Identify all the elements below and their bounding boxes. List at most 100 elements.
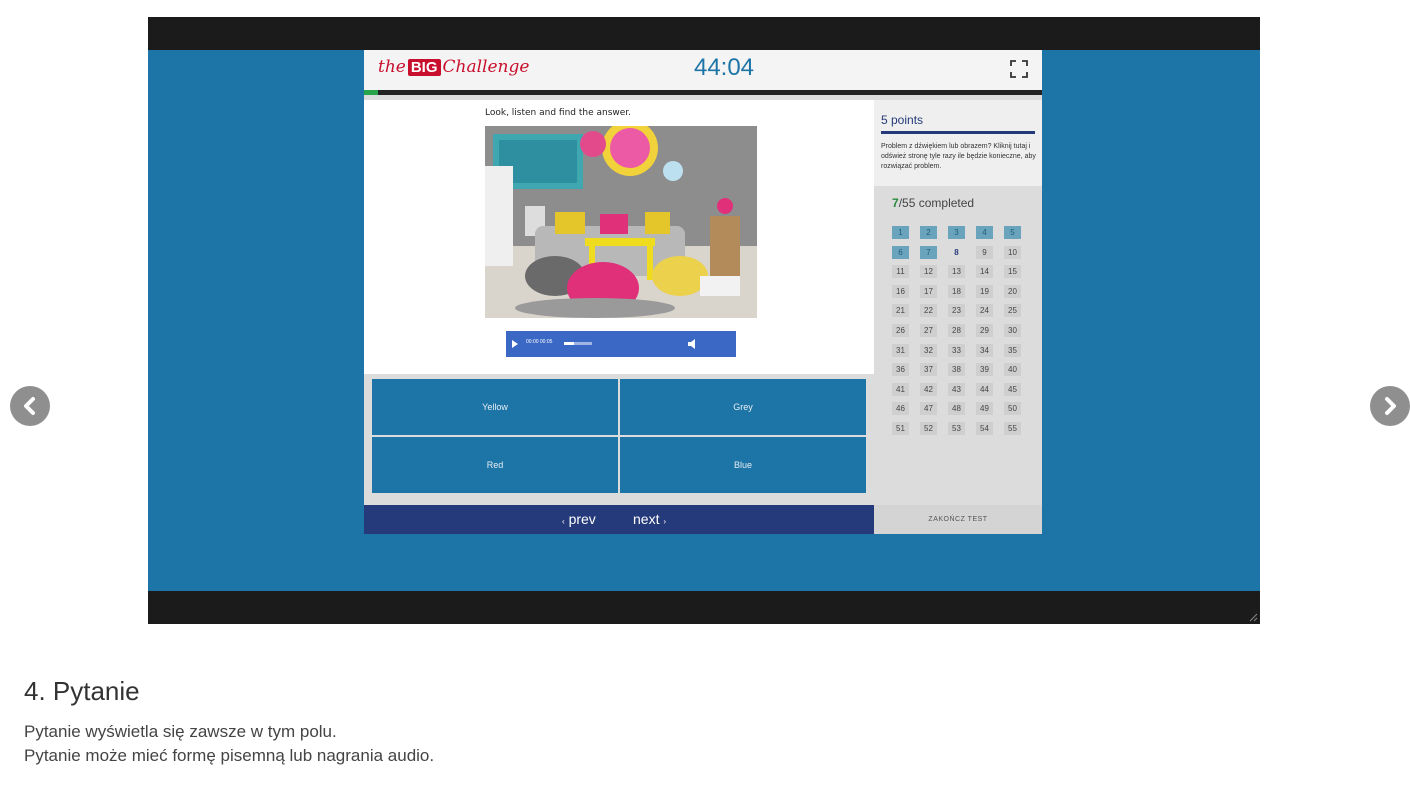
question-number-35[interactable]: 35 bbox=[1004, 343, 1021, 357]
question-number-17[interactable]: 17 bbox=[920, 284, 937, 298]
question-number-28[interactable]: 28 bbox=[948, 324, 965, 337]
question-number-12[interactable]: 12 bbox=[920, 265, 937, 279]
question-image bbox=[485, 126, 757, 318]
audio-seek-track[interactable] bbox=[564, 342, 592, 345]
play-icon[interactable] bbox=[512, 340, 518, 348]
question-number-55[interactable]: 55 bbox=[1004, 422, 1021, 435]
question-number-48[interactable]: 48 bbox=[948, 402, 965, 416]
question-number-15[interactable]: 15 bbox=[1004, 265, 1021, 279]
question-number-45[interactable]: 45 bbox=[1004, 382, 1021, 396]
chevron-right-icon bbox=[1385, 397, 1396, 415]
completed-count: 7 bbox=[892, 196, 899, 210]
question-number-52[interactable]: 52 bbox=[920, 422, 937, 435]
question-number-47[interactable]: 47 bbox=[920, 402, 937, 416]
question-number-43[interactable]: 43 bbox=[948, 382, 965, 396]
question-number-27[interactable]: 27 bbox=[920, 324, 937, 337]
chevron-left-icon bbox=[24, 397, 35, 415]
question-points: 5 points bbox=[881, 113, 924, 127]
answer-label: Grey bbox=[733, 402, 753, 412]
logo-prefix: the bbox=[378, 57, 406, 77]
slide-stage: the BIG Challenge 44:04 Look, listen and f… bbox=[148, 50, 1260, 591]
next-slide-button[interactable] bbox=[1370, 386, 1410, 426]
answer-label: Yellow bbox=[482, 402, 508, 412]
question-number-6[interactable]: 6 bbox=[892, 245, 909, 259]
question-number-10[interactable]: 10 bbox=[1004, 245, 1021, 259]
question-number-53[interactable]: 53 bbox=[948, 422, 965, 435]
prev-label: prev bbox=[568, 511, 596, 527]
question-number-16[interactable]: 16 bbox=[892, 284, 909, 298]
question-number-11[interactable]: 11 bbox=[892, 265, 909, 279]
question-number-46[interactable]: 46 bbox=[892, 402, 909, 416]
question-number-7[interactable]: 7 bbox=[920, 245, 937, 259]
question-number-30[interactable]: 30 bbox=[1004, 324, 1021, 337]
question-number-26[interactable]: 26 bbox=[892, 324, 909, 337]
quiz-header: the BIG Challenge 44:04 bbox=[364, 50, 1042, 90]
media-problem-note[interactable]: Problem z dźwiękiem lub obrazem? Kliknij… bbox=[881, 142, 1041, 172]
prev-button[interactable]: ‹ prev bbox=[562, 511, 596, 527]
answer-option-1[interactable]: Yellow bbox=[372, 379, 618, 435]
question-number-14[interactable]: 14 bbox=[976, 265, 993, 279]
answer-option-2[interactable]: Grey bbox=[620, 379, 866, 435]
question-number-32[interactable]: 32 bbox=[920, 343, 937, 357]
chevron-left-icon: ‹ bbox=[562, 517, 565, 526]
question-number-40[interactable]: 40 bbox=[1004, 363, 1021, 377]
question-number-38[interactable]: 38 bbox=[948, 363, 965, 377]
question-number-13[interactable]: 13 bbox=[948, 265, 965, 279]
question-instruction: Look, listen and find the answer. bbox=[485, 108, 632, 118]
completed-counter: 7/55 completed bbox=[892, 196, 974, 210]
question-number-19[interactable]: 19 bbox=[976, 284, 993, 298]
quiz-progress-bar bbox=[364, 90, 1042, 95]
side-panel: 5 points Problem z dźwiękiem lub obrazem… bbox=[874, 100, 1042, 505]
question-number-54[interactable]: 54 bbox=[976, 422, 993, 435]
resize-grip-icon[interactable] bbox=[1248, 612, 1258, 622]
question-number-4[interactable]: 4 bbox=[976, 226, 993, 239]
answer-grid: Yellow Grey Red Blue bbox=[372, 379, 868, 493]
question-number-37[interactable]: 37 bbox=[920, 363, 937, 377]
question-number-25[interactable]: 25 bbox=[1004, 304, 1021, 318]
question-number-21[interactable]: 21 bbox=[892, 304, 909, 318]
question-number-41[interactable]: 41 bbox=[892, 382, 909, 396]
next-label: next bbox=[633, 511, 660, 527]
question-number-18[interactable]: 18 bbox=[948, 284, 965, 298]
section-heading: 4. Pytanie bbox=[24, 676, 140, 706]
question-number-42[interactable]: 42 bbox=[920, 382, 937, 396]
question-number-50[interactable]: 50 bbox=[1004, 402, 1021, 416]
end-test-button[interactable]: ZAKOŃCZ TEST bbox=[874, 505, 1042, 534]
prev-slide-button[interactable] bbox=[10, 386, 50, 426]
question-number-9[interactable]: 9 bbox=[976, 245, 993, 259]
logo-big: BIG bbox=[407, 59, 441, 76]
question-number-33[interactable]: 33 bbox=[948, 343, 965, 357]
question-number-3[interactable]: 3 bbox=[948, 226, 965, 239]
question-number-36[interactable]: 36 bbox=[892, 363, 909, 377]
question-number-22[interactable]: 22 bbox=[920, 304, 937, 318]
question-number-1[interactable]: 1 bbox=[892, 226, 909, 239]
answer-option-4[interactable]: Blue bbox=[620, 437, 866, 493]
logo-suffix: Challenge bbox=[442, 57, 530, 77]
answer-option-3[interactable]: Red bbox=[372, 437, 618, 493]
quiz-progress-fill bbox=[364, 90, 378, 95]
question-number-34[interactable]: 34 bbox=[976, 343, 993, 357]
completed-label: completed bbox=[918, 196, 975, 210]
big-challenge-logo: the BIG Challenge bbox=[378, 57, 529, 77]
audio-seek-fill bbox=[564, 342, 574, 345]
question-number-29[interactable]: 29 bbox=[976, 324, 993, 337]
question-number-5[interactable]: 5 bbox=[1004, 226, 1021, 239]
question-number-44[interactable]: 44 bbox=[976, 382, 993, 396]
question-number-2[interactable]: 2 bbox=[920, 226, 937, 239]
question-number-8[interactable]: 8 bbox=[948, 246, 965, 259]
audio-player[interactable]: 00:00 00:05 bbox=[506, 331, 736, 357]
next-button[interactable]: next › bbox=[633, 511, 666, 527]
volume-icon[interactable] bbox=[688, 339, 695, 349]
question-nav-bar: ‹ prev next › bbox=[364, 505, 874, 534]
question-number-49[interactable]: 49 bbox=[976, 402, 993, 416]
question-number-24[interactable]: 24 bbox=[976, 304, 993, 318]
question-number-23[interactable]: 23 bbox=[948, 304, 965, 318]
question-number-31[interactable]: 31 bbox=[892, 343, 909, 357]
answer-label: Blue bbox=[733, 460, 752, 470]
question-number-51[interactable]: 51 bbox=[892, 422, 909, 435]
points-divider bbox=[881, 131, 1035, 134]
question-number-39[interactable]: 39 bbox=[976, 363, 993, 377]
completed-total: /55 bbox=[898, 196, 916, 210]
question-number-20[interactable]: 20 bbox=[1004, 284, 1021, 298]
fullscreen-icon[interactable] bbox=[1010, 60, 1028, 78]
